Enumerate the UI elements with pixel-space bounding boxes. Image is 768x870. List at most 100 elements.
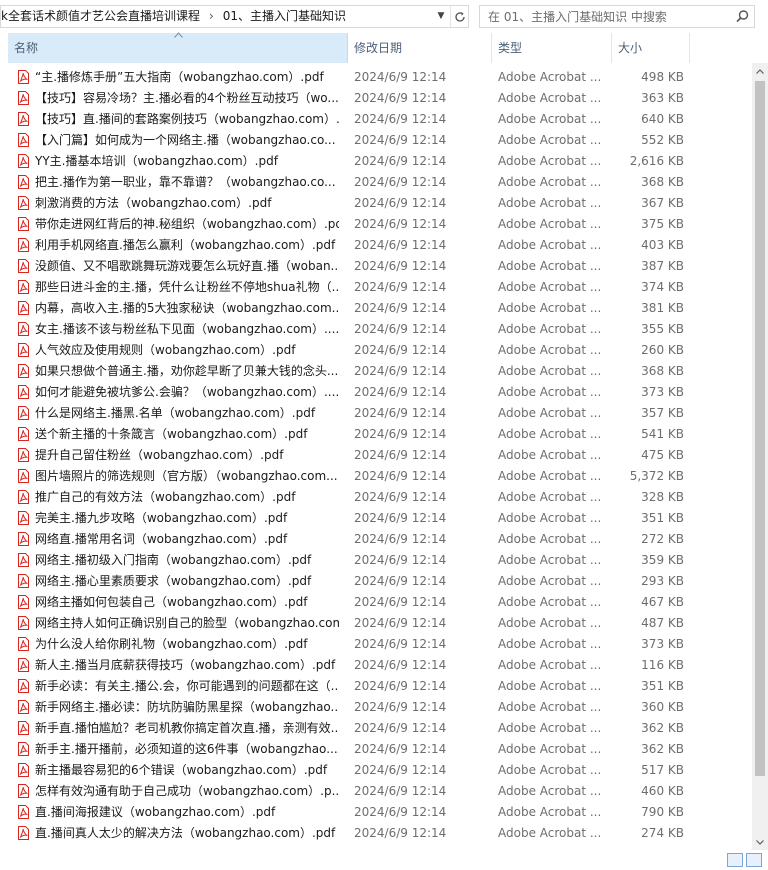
file-type: Adobe Acrobat ...: [498, 175, 602, 189]
pdf-file-icon: [18, 259, 29, 273]
file-type: Adobe Acrobat ...: [498, 70, 602, 84]
file-modified-date: 2024/6/9 12:14: [354, 763, 447, 777]
file-type: Adobe Acrobat ...: [498, 679, 602, 693]
pdf-file-icon: [18, 343, 29, 357]
pdf-file-icon: [18, 532, 29, 546]
file-type: Adobe Acrobat ...: [498, 616, 602, 630]
breadcrumb-item-current[interactable]: 01、主播入门基础知识: [223, 6, 346, 27]
file-name: 新人主.播当月底薪获得技巧（wobangzhao.com）.pdf: [35, 658, 336, 672]
file-row[interactable]: 新手必读：有关主.播公.会，你可能遇到的问题都在这（... 2024/6/9 12…: [0, 676, 752, 697]
scroll-thumb[interactable]: [755, 81, 765, 776]
file-row[interactable]: 新手网络主.播必读：防坑防骗防黑星探（wobangzhao... 2024/6/9…: [0, 697, 752, 718]
file-row[interactable]: 那些日进斗金的主.播，凭什么让粉丝不停地shua礼物（... 2024/6/9 1…: [0, 277, 752, 298]
file-row[interactable]: YY主.播基本培训（wobangzhao.com）.pdf 2024/6/9 12…: [0, 151, 752, 172]
file-row[interactable]: 直.播间真人太少的解决方法（wobangzhao.com）.pdf 2024/6/…: [0, 823, 752, 844]
search-box[interactable]: [479, 5, 755, 28]
pdf-file-icon: [18, 301, 29, 315]
file-row[interactable]: 【入门篇】如何成为一个网络主.播（wobangzhao.co... 2024/6/…: [0, 130, 752, 151]
file-modified-date: 2024/6/9 12:14: [354, 490, 447, 504]
file-row[interactable]: 人气效应及使用规则（wobangzhao.com）.pdf 2024/6/9 12…: [0, 340, 752, 361]
vertical-scrollbar[interactable]: [752, 63, 768, 850]
file-row[interactable]: 提升自己留住粉丝（wobangzhao.com）.pdf 2024/6/9 12:…: [0, 445, 752, 466]
search-icon[interactable]: [735, 9, 750, 24]
view-switcher: [720, 850, 768, 870]
file-row[interactable]: “主.播修炼手册”五大指南（wobangzhao.com）.pdf 2024/6/…: [0, 67, 752, 88]
column-header-type-label: 类型: [498, 41, 523, 55]
file-type: Adobe Acrobat ...: [498, 826, 602, 840]
sort-ascending-icon: [174, 32, 183, 38]
file-name: 怎样有效沟通有助于自己成功（wobangzhao.com）.p...: [35, 784, 339, 798]
refresh-icon: [455, 11, 465, 22]
file-row[interactable]: 女主.播该不该与粉丝私下见面（wobangzhao.com）.... 2024/6…: [0, 319, 752, 340]
file-type: Adobe Acrobat ...: [498, 448, 602, 462]
column-header-type[interactable]: 类型: [492, 33, 612, 63]
column-header-name[interactable]: 名称: [8, 32, 348, 63]
file-size: 368 KB: [641, 175, 684, 189]
file-row[interactable]: 如何才能避免被坑爹公.会骗？（wobangzhao.com）.... 2024/6…: [0, 382, 752, 403]
file-type: Adobe Acrobat ...: [498, 364, 602, 378]
file-row[interactable]: 带你走进网红背后的神.秘组织（wobangzhao.com）.pdf 2024/6…: [0, 214, 752, 235]
file-row[interactable]: 【技巧】直.播间的套路案例技巧（wobangzhao.com）... 2024/6…: [0, 109, 752, 130]
file-row[interactable]: 完美主.播九步攻略（wobangzhao.com）.pdf 2024/6/9 12…: [0, 508, 752, 529]
file-row[interactable]: 新主播最容易犯的6个错误（wobangzhao.com）.pdf 2024/6/9…: [0, 760, 752, 781]
file-size: 541 KB: [641, 427, 684, 441]
file-row[interactable]: 什么是网络主.播黑.名单（wobangzhao.com）.pdf 2024/6/9…: [0, 403, 752, 424]
file-modified-date: 2024/6/9 12:14: [354, 301, 447, 315]
file-row[interactable]: 新手主.播开播前，必须知道的这6件事（wobangzhao.... 2024/6/…: [0, 739, 752, 760]
breadcrumb-item-parent[interactable]: k全套话术颜值才艺公会直播培训课程: [1, 6, 200, 27]
file-name: 【技巧】直.播间的套路案例技巧（wobangzhao.com）...: [35, 112, 339, 126]
file-name: 网络主播如何包装自己（wobangzhao.com）.pdf: [35, 595, 308, 609]
file-row[interactable]: 网络直.播常用名词（wobangzhao.com）.pdf 2024/6/9 12…: [0, 529, 752, 550]
file-row[interactable]: 没颜值、又不唱歌跳舞玩游戏要怎么玩好直.播（woban... 2024/6/9 1…: [0, 256, 752, 277]
file-row[interactable]: 新人主.播当月底薪获得技巧（wobangzhao.com）.pdf 2024/6/…: [0, 655, 752, 676]
file-row[interactable]: 直.播间海报建议（wobangzhao.com）.pdf 2024/6/9 12:…: [0, 802, 752, 823]
file-row[interactable]: 推广自己的有效方法（wobangzhao.com）.pdf 2024/6/9 12…: [0, 487, 752, 508]
file-row[interactable]: 网络主持人如何正确识别自己的脸型（wobangzhao.com）... 2024/…: [0, 613, 752, 634]
file-size: 274 KB: [641, 826, 684, 840]
column-header-row: 名称 修改日期 类型 大小: [0, 32, 768, 63]
chevron-down-icon[interactable]: ▼: [433, 6, 449, 27]
file-modified-date: 2024/6/9 12:14: [354, 343, 447, 357]
file-row[interactable]: 怎样有效沟通有助于自己成功（wobangzhao.com）.p... 2024/6…: [0, 781, 752, 802]
file-row[interactable]: 为什么没人给你刷礼物（wobangzhao.com）.pdf 2024/6/9 1…: [0, 634, 752, 655]
pdf-file-icon: [18, 763, 29, 777]
file-row[interactable]: 图片墙照片的筛选规则（官方版）（wobangzhao.com... 2024/6/…: [0, 466, 752, 487]
file-name: 【入门篇】如何成为一个网络主.播（wobangzhao.co...: [35, 133, 336, 147]
breadcrumb-separator[interactable]: ›: [200, 6, 223, 27]
search-input[interactable]: [488, 6, 728, 27]
file-name: 网络直.播常用名词（wobangzhao.com）.pdf: [35, 532, 288, 546]
file-type: Adobe Acrobat ...: [498, 658, 602, 672]
file-row[interactable]: 把主.播作为第一职业，靠不靠谱？（wobangzhao.co... 2024/6/…: [0, 172, 752, 193]
file-row[interactable]: 【技巧】容易冷场？主.播必看的4个粉丝互动技巧（wo... 2024/6/9 12…: [0, 88, 752, 109]
file-modified-date: 2024/6/9 12:14: [354, 805, 447, 819]
scroll-down-button[interactable]: [752, 834, 768, 850]
file-row[interactable]: 内幕，高收入主.播的5大独家秘诀（wobangzhao.com... 2024/6…: [0, 298, 752, 319]
breadcrumb: k全套话术颜值才艺公会直播培训课程 › 01、主播入门基础知识: [1, 6, 431, 27]
scroll-up-button[interactable]: [752, 63, 768, 79]
file-size: 351 KB: [641, 511, 684, 525]
file-row[interactable]: 刺激消费的方法（wobangzhao.com）.pdf 2024/6/9 12:1…: [0, 193, 752, 214]
pdf-file-icon: [18, 406, 29, 420]
file-modified-date: 2024/6/9 12:14: [354, 175, 447, 189]
pdf-file-icon: [18, 826, 29, 840]
file-row[interactable]: 网络主.播初级入门指南（wobangzhao.com）.pdf 2024/6/9 …: [0, 550, 752, 571]
column-header-size[interactable]: 大小: [612, 33, 690, 63]
file-row[interactable]: 新手直.播怕尴尬？老司机教你搞定首次直.播，亲测有效... 2024/6/9 12…: [0, 718, 752, 739]
file-row[interactable]: 网络主.播心里素质要求（wobangzhao.com）.pdf 2024/6/9 …: [0, 571, 752, 592]
file-size: 487 KB: [641, 616, 684, 630]
refresh-button[interactable]: [450, 6, 469, 27]
file-size: 374 KB: [641, 280, 684, 294]
address-bar-area: k全套话术颜值才艺公会直播培训课程 › 01、主播入门基础知识 ▼: [0, 0, 768, 33]
large-icons-view-icon[interactable]: [746, 853, 762, 867]
file-name: 直.播间海报建议（wobangzhao.com）.pdf: [35, 805, 276, 819]
file-row[interactable]: 利用手机网络直.播怎么赢利（wobangzhao.com）.pdf 2024/6/…: [0, 235, 752, 256]
file-size: 368 KB: [641, 364, 684, 378]
details-view-icon[interactable]: [727, 853, 743, 867]
file-row[interactable]: 网络主播如何包装自己（wobangzhao.com）.pdf 2024/6/9 1…: [0, 592, 752, 613]
column-header-date[interactable]: 修改日期: [348, 33, 492, 63]
address-bar[interactable]: k全套话术颜值才艺公会直播培训课程 › 01、主播入门基础知识 ▼: [0, 5, 469, 28]
file-row[interactable]: 如果只想做个普通主.播，劝你趁早断了贝兼大钱的念头... 2024/6/9 12:…: [0, 361, 752, 382]
file-row[interactable]: 送个新主播的十条箴言（wobangzhao.com）.pdf 2024/6/9 1…: [0, 424, 752, 445]
file-type: Adobe Acrobat ...: [498, 322, 602, 336]
file-size: 552 KB: [641, 133, 684, 147]
